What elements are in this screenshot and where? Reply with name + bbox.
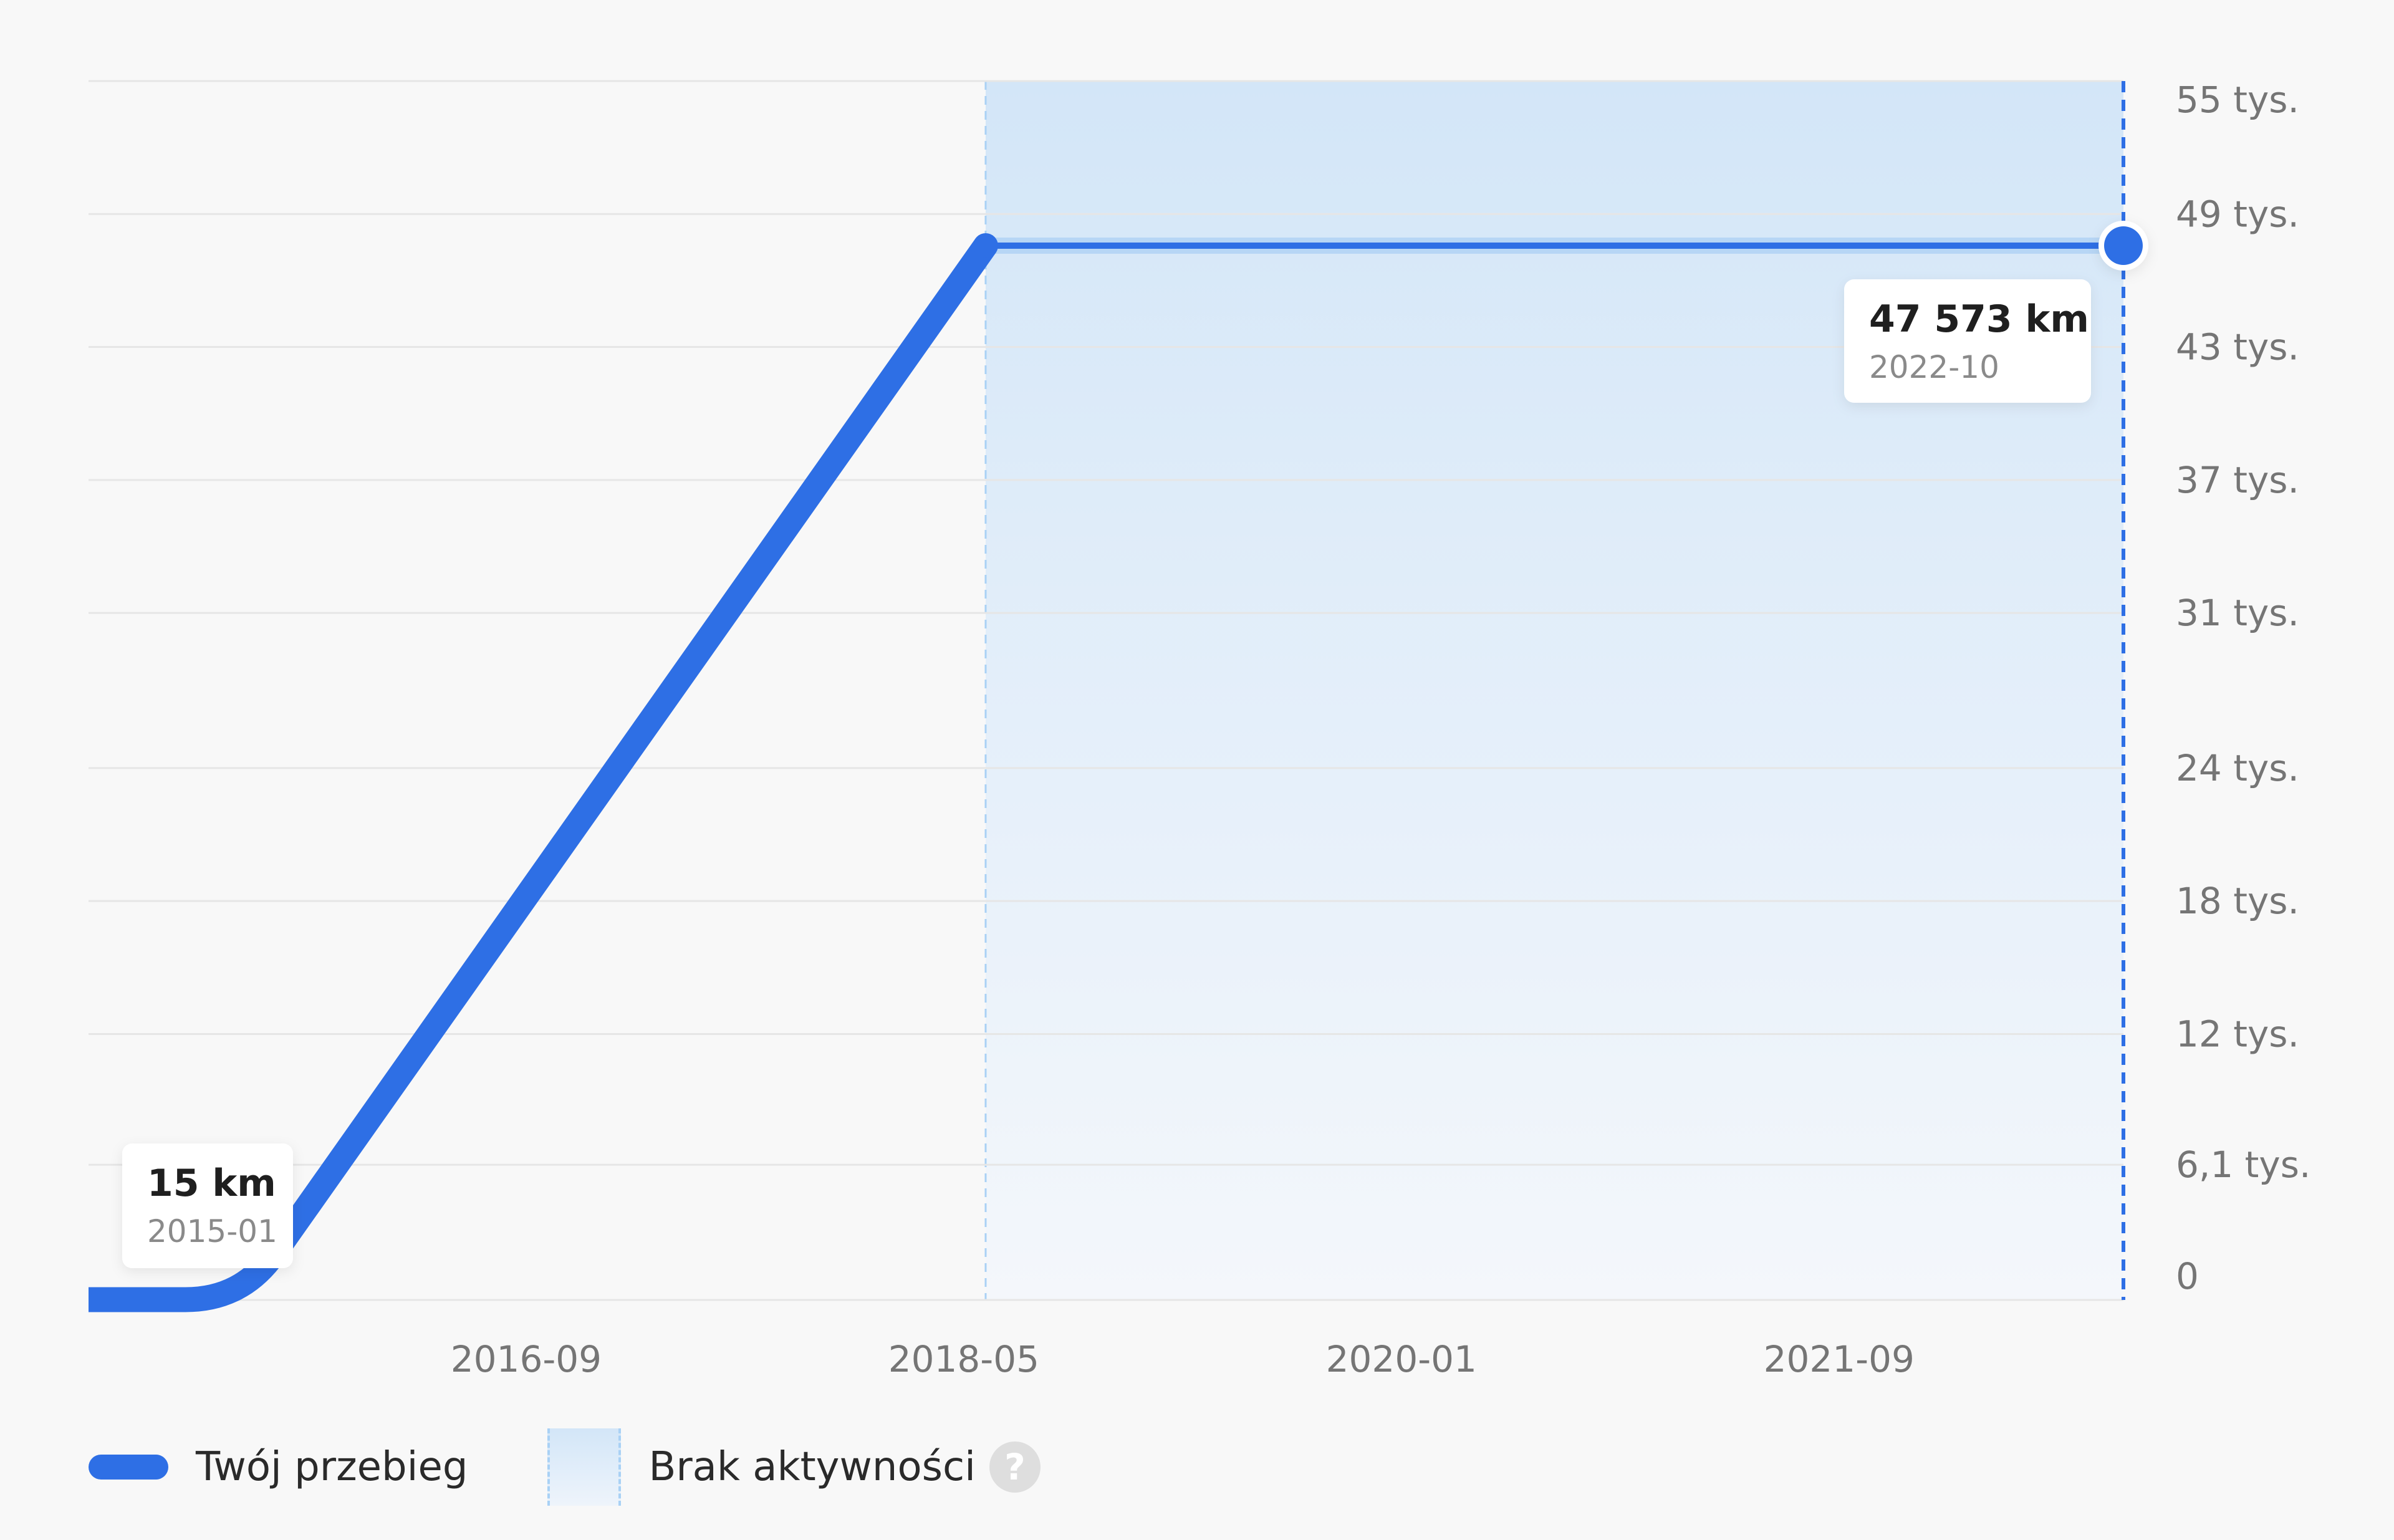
inactivity-region bbox=[985, 81, 2123, 1300]
tooltip: 47 573 km 2022-10 bbox=[1844, 279, 2091, 403]
cursor-dot bbox=[2104, 226, 2143, 265]
y-tick-label: 6,1 tys. bbox=[2176, 1143, 2310, 1186]
tooltip-date: 2015-01 bbox=[147, 1213, 277, 1249]
y-tick-label: 18 tys. bbox=[2176, 880, 2299, 922]
x-tick-label: 2018-05 bbox=[888, 1338, 1039, 1380]
y-tick-label: 37 tys. bbox=[2176, 459, 2299, 501]
chart-legend: Twój przebieg Brak aktywności ? bbox=[89, 1427, 1041, 1508]
y-tick-label: 43 tys. bbox=[2176, 326, 2299, 368]
mileage-chart: 0 6,1 tys. 12 tys. 18 tys. 24 tys. 31 tys. 37 … bbox=[0, 0, 2394, 1540]
y-tick-label: 49 tys. bbox=[2176, 193, 2299, 235]
y-tick-label: 55 tys. bbox=[2176, 79, 2299, 121]
y-tick-label: 12 tys. bbox=[2176, 1013, 2299, 1055]
legend-item-inactivity[interactable]: Brak aktywności ? bbox=[468, 1428, 1041, 1506]
y-tick-label: 0 bbox=[2176, 1255, 2199, 1297]
legend-inactivity-swatch bbox=[547, 1428, 622, 1506]
tooltip-date: 2022-10 bbox=[1869, 349, 1999, 385]
tooltip: 15 km 2015-01 bbox=[122, 1143, 293, 1268]
tooltip-value: 47 573 km bbox=[1869, 297, 2089, 341]
legend-item-series[interactable]: Twój przebieg bbox=[89, 1444, 468, 1490]
tooltip-value: 15 km bbox=[147, 1162, 276, 1205]
series-line-active bbox=[89, 238, 996, 1312]
legend-line-swatch bbox=[89, 1455, 168, 1480]
y-tick-label: 24 tys. bbox=[2176, 747, 2299, 789]
x-tick-label: 2021-09 bbox=[1764, 1338, 1915, 1380]
x-tick-label: 2020-01 bbox=[1326, 1338, 1477, 1380]
legend-series-label: Twój przebieg bbox=[196, 1444, 468, 1490]
legend-inactivity-label: Brak aktywności bbox=[648, 1444, 976, 1490]
series-breakpoint-marker bbox=[973, 233, 998, 258]
y-tick-label: 31 tys. bbox=[2176, 592, 2299, 634]
x-tick-label: 2016-09 bbox=[451, 1338, 602, 1380]
chart-canvas: 0 6,1 tys. 12 tys. 18 tys. 24 tys. 31 tys. 37 … bbox=[89, 79, 2310, 1380]
help-icon[interactable]: ? bbox=[989, 1441, 1041, 1493]
